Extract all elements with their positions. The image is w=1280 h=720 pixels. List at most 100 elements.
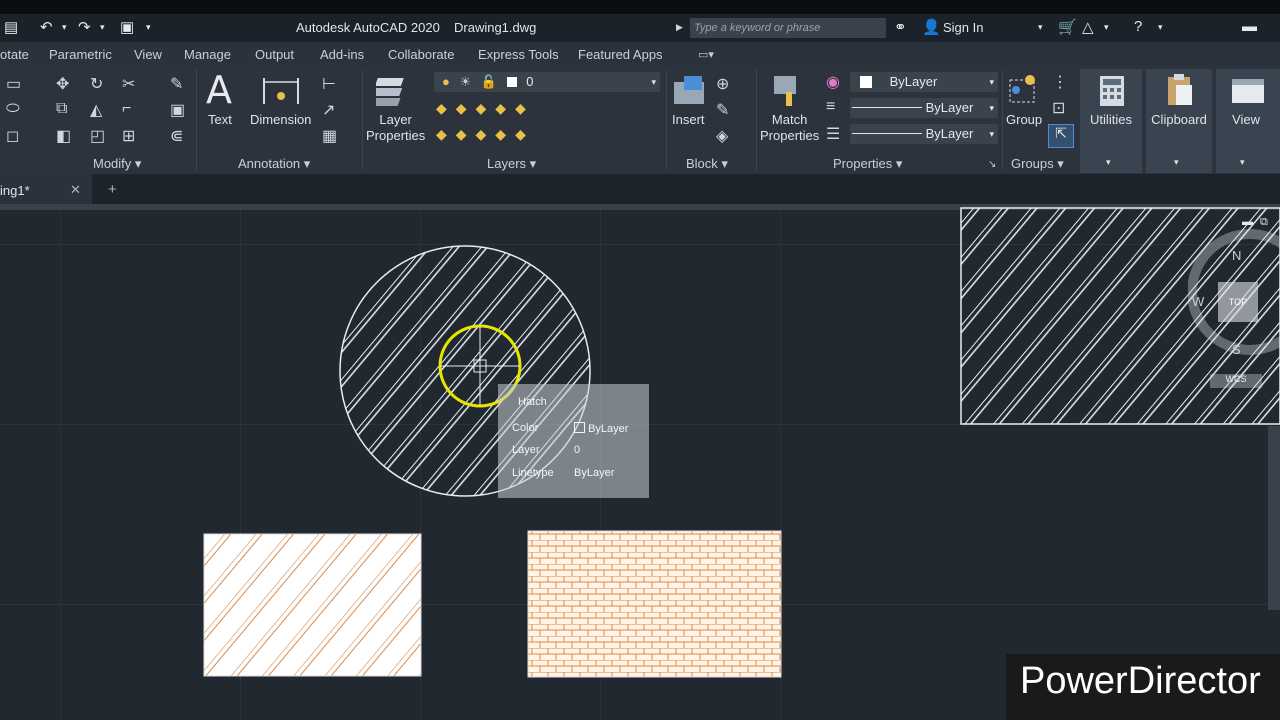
ribbon-toggle-icon[interactable]: ▭▾ <box>698 48 714 61</box>
properties-launcher-icon[interactable]: ↘ <box>988 159 996 170</box>
lineweight-icon[interactable]: ≡ <box>826 98 835 116</box>
stretch-icon[interactable]: ▭ <box>6 74 21 94</box>
utilities-button[interactable]: Utilities ▾ <box>1080 69 1142 173</box>
cart-icon[interactable]: 🛒 <box>1058 18 1077 36</box>
group-icon[interactable] <box>1006 72 1042 108</box>
tab-featured-apps[interactable]: Featured Apps <box>578 47 663 62</box>
linetype-dropdown[interactable]: ByLayer ▾ <box>850 124 998 144</box>
tab-manage[interactable]: Manage <box>184 47 231 62</box>
offset-icon[interactable]: ⋐ <box>170 126 183 146</box>
doc-tab-drawing1[interactable]: ing1* ✕ <box>0 174 92 204</box>
insert-icon[interactable] <box>670 74 708 108</box>
vertical-scrollbar[interactable] <box>1268 426 1280 610</box>
sign-in-link[interactable]: Sign In <box>943 20 983 35</box>
group-edit-icon[interactable]: ⊡ <box>1052 98 1065 118</box>
dimension-icon[interactable] <box>262 74 300 108</box>
edit-block-icon[interactable]: ✎ <box>716 100 729 120</box>
orange-hatched-rectangle[interactable] <box>203 533 422 677</box>
trim-icon[interactable]: ✂ <box>122 74 135 94</box>
redo-icon[interactable]: ↷ <box>78 18 91 36</box>
tab-parametric[interactable]: Parametric <box>49 47 112 62</box>
layer-dropdown[interactable]: ● ☀ 🔓 0 ▾ <box>434 72 660 92</box>
tab-output[interactable]: Output <box>255 47 294 62</box>
compass-south[interactable]: S <box>1232 342 1241 357</box>
plot-icon[interactable]: ▣ <box>120 18 134 36</box>
layer-tools-row-1[interactable]: ◆◆◆◆◆ <box>436 100 566 117</box>
scale-icon[interactable]: ◰ <box>90 126 105 146</box>
a360-dropdown-icon[interactable]: ▾ <box>1104 22 1109 33</box>
panel-layers[interactable]: Layers ▾ <box>487 156 536 172</box>
user-icon[interactable]: 👤 <box>922 18 941 36</box>
search-arrow-icon[interactable]: ▶ <box>676 22 683 33</box>
color-wheel-icon[interactable]: ◉ <box>826 72 840 92</box>
viewport-restore-icon[interactable]: ⧉ <box>1260 216 1268 229</box>
table-icon[interactable]: ▦ <box>322 126 337 146</box>
erase-icon[interactable]: ✎ <box>170 74 183 94</box>
explode-icon[interactable]: ▣ <box>170 100 185 120</box>
undo-icon[interactable]: ↶ <box>40 18 53 36</box>
help-dropdown-icon[interactable]: ▾ <box>1158 22 1163 33</box>
mirror-icon[interactable]: ◭ <box>90 100 102 120</box>
view-button[interactable]: View ▾ <box>1216 69 1280 173</box>
panel-properties[interactable]: Properties ▾ <box>833 156 902 172</box>
text-icon[interactable]: A <box>206 68 240 112</box>
viewport-minimize-icon[interactable]: ▬ <box>1242 216 1253 228</box>
close-icon[interactable]: ✕ <box>70 182 81 198</box>
layer-properties-button[interactable]: Layer Properties <box>366 112 425 144</box>
clipboard-button[interactable]: Clipboard ▾ <box>1146 69 1212 173</box>
region-icon[interactable]: ◻ <box>6 126 19 146</box>
create-block-icon[interactable]: ⊕ <box>716 74 729 94</box>
match-properties-icon[interactable] <box>770 72 808 110</box>
panel-groups[interactable]: Groups ▾ <box>1011 156 1064 172</box>
group-select-icon[interactable]: ⇱ <box>1048 124 1074 148</box>
new-tab-icon[interactable]: + <box>108 181 117 198</box>
leader-icon[interactable]: ↗ <box>322 100 335 120</box>
viewcube-face-top[interactable]: TOP <box>1218 282 1258 322</box>
brick-hatched-rectangle[interactable] <box>527 530 782 678</box>
attribute-icon[interactable]: ◈ <box>716 126 728 146</box>
copy-icon[interactable]: ⧉ <box>56 100 67 118</box>
qat-customize-icon[interactable]: ▾ <box>146 22 151 33</box>
rotate-icon[interactable]: ↻ <box>90 74 103 94</box>
tab-view[interactable]: View <box>134 47 162 62</box>
ungroup-icon[interactable]: ⋮ <box>1052 72 1068 92</box>
binoculars-icon[interactable]: ⚭ <box>894 18 907 36</box>
group-button[interactable]: Group <box>1006 112 1042 127</box>
undo-dropdown-icon[interactable]: ▾ <box>62 22 67 33</box>
match-properties-button[interactable]: Match Properties <box>760 112 819 144</box>
ellipse-icon[interactable]: ⬭ <box>6 100 20 118</box>
minimize-icon[interactable]: ▬ <box>1242 18 1257 35</box>
save-icon[interactable]: ▤ <box>4 18 18 36</box>
redo-dropdown-icon[interactable]: ▾ <box>100 22 105 33</box>
layer-properties-icon[interactable] <box>376 72 416 110</box>
tab-add-ins[interactable]: Add-ins <box>320 47 364 62</box>
fillet-icon[interactable]: ⌐ <box>122 100 131 118</box>
stretch2-icon[interactable]: ◧ <box>56 126 71 146</box>
help-icon[interactable]: ? <box>1134 18 1142 35</box>
panel-block[interactable]: Block ▾ <box>686 156 728 172</box>
tab-annotate[interactable]: otate <box>0 47 29 62</box>
autodesk-a360-icon[interactable]: △ <box>1082 18 1094 36</box>
dimension-button[interactable]: Dimension <box>250 112 311 127</box>
tab-express-tools[interactable]: Express Tools <box>478 47 559 62</box>
compass-north[interactable]: N <box>1232 248 1241 263</box>
viewcube[interactable]: N W S TOP WCS ⧉ ▬ <box>1188 214 1280 388</box>
wcs-menu[interactable]: WCS <box>1210 374 1262 388</box>
lineweight-dropdown[interactable]: ByLayer ▾ <box>850 98 998 118</box>
linetype-icon[interactable]: ☰ <box>826 124 840 144</box>
compass-west[interactable]: W <box>1192 294 1204 309</box>
panel-annotation[interactable]: Annotation ▾ <box>238 156 310 172</box>
text-button[interactable]: Text <box>208 112 232 127</box>
tab-collaborate[interactable]: Collaborate <box>388 47 455 62</box>
layer-tools-row-2[interactable]: ◆◆◆◆◆ <box>436 126 566 143</box>
insert-button[interactable]: Insert <box>672 112 705 127</box>
panel-modify[interactable]: Modify ▾ <box>93 156 141 172</box>
sign-in-dropdown-icon[interactable]: ▾ <box>1038 22 1043 33</box>
move-icon[interactable]: ✥ <box>56 74 69 94</box>
ribbon: ▭ ✥ ↻ ✂ ✎ ⬭ ⧉ ◭ ⌐ ▣ ◻ ◧ ◰ ⊞ ⋐ Modify ▾ A… <box>0 66 1280 174</box>
array-icon[interactable]: ⊞ <box>122 126 135 146</box>
search-input[interactable]: Type a keyword or phrase <box>690 18 886 38</box>
drawing-canvas[interactable]: Hatch Color ByLayer Layer 0 Linetype ByL… <box>0 204 1280 720</box>
linear-dim-icon[interactable]: ⊢ <box>322 74 336 94</box>
color-dropdown[interactable]: ByLayer ▾ <box>850 72 998 92</box>
